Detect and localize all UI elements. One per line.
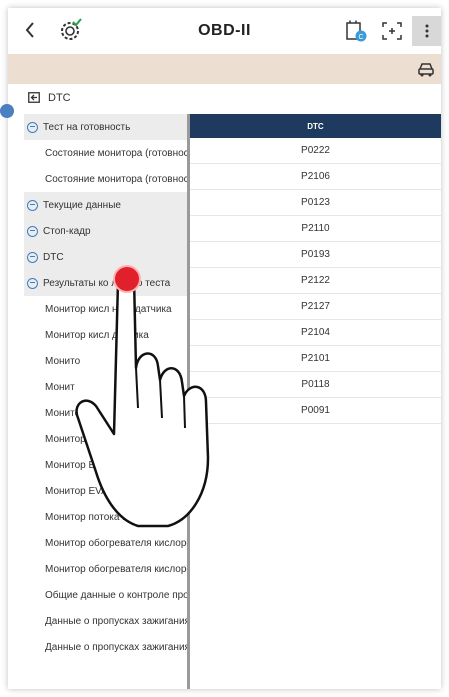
tree-item[interactable]: Монитор E bbox=[24, 426, 187, 452]
collapse-minus-icon[interactable] bbox=[27, 277, 38, 289]
dtc-code-row[interactable]: P2101 bbox=[190, 346, 441, 372]
dtc-code-row[interactable]: P2122 bbox=[190, 268, 441, 294]
tree-item[interactable]: Монитор EVAF bbox=[24, 452, 187, 478]
tree-item-label: Состояние монитора (готовност bbox=[45, 173, 187, 185]
document-cloud-icon[interactable]: C bbox=[344, 20, 368, 42]
dtc-code-row[interactable]: P2127 bbox=[190, 294, 441, 320]
tree-item-label: Монитор кисл датчика bbox=[45, 329, 149, 341]
svg-text:C: C bbox=[358, 34, 363, 41]
more-menu-button[interactable] bbox=[412, 16, 441, 46]
more-vertical-icon bbox=[425, 24, 428, 38]
page-title: OBD-II bbox=[198, 22, 251, 39]
title-bar: OBD-II C bbox=[8, 8, 441, 54]
tree-section[interactable]: Стоп-кадр bbox=[24, 218, 187, 244]
dtc-table: DTC P0222 P2106 P0123 P2110 P0193 P2122 P2127 P… bbox=[190, 114, 441, 424]
tree-section[interactable]: Тест на готовность bbox=[24, 114, 187, 140]
tree-item-label: Текущие данные bbox=[43, 199, 121, 211]
dtc-code-row[interactable]: P0222 bbox=[190, 138, 441, 164]
tree-item-label: Монитор кисл ного датчика bbox=[45, 303, 172, 315]
tree-item-label: Монито bbox=[45, 355, 81, 367]
tree-item-label: Монитор потока продувки bbox=[45, 511, 165, 523]
dtc-code-row[interactable]: P0123 bbox=[190, 190, 441, 216]
dtc-code-row[interactable]: P2106 bbox=[190, 164, 441, 190]
tree-item-label: Монито bbox=[45, 407, 81, 419]
car-icon[interactable] bbox=[417, 60, 437, 78]
dtc-code-row[interactable]: P0118 bbox=[190, 372, 441, 398]
tree-item[interactable]: Состояние монитора (готовност bbox=[24, 166, 187, 192]
tree-section[interactable]: Текущие данные bbox=[24, 192, 187, 218]
breadcrumb: DTC bbox=[8, 88, 441, 110]
tree-item[interactable]: Монитор кисл ного датчика bbox=[24, 296, 187, 322]
side-indicator-dot bbox=[0, 104, 14, 118]
tree-item[interactable]: Монитор обогревателя кислород bbox=[24, 556, 187, 582]
tree-item-label: Стоп-кадр bbox=[43, 225, 91, 237]
tree-item[interactable]: Данные о пропусках зажигания д bbox=[24, 608, 187, 634]
tree-item-label: Результаты ко льного теста bbox=[43, 277, 171, 289]
collapse-minus-icon[interactable] bbox=[27, 251, 38, 263]
collapse-panel-icon[interactable] bbox=[28, 92, 40, 103]
tree-item-label: Монитор обогревателя кислород bbox=[45, 563, 187, 575]
tree-item-label: Монит bbox=[45, 381, 75, 393]
tree-item-label: Монитор EVAF bbox=[45, 459, 114, 471]
collapse-minus-icon[interactable] bbox=[27, 199, 38, 211]
tree-item[interactable]: Монитор обогревателя кислоро bbox=[24, 530, 187, 556]
tree-item-label: DTC bbox=[43, 251, 64, 263]
tree-item[interactable]: Монито bbox=[24, 400, 187, 426]
tree-item-label: Тест на готовность bbox=[43, 121, 131, 133]
tree-item-label: Общие данные о контроле пропу bbox=[45, 589, 187, 601]
capture-icon[interactable] bbox=[380, 20, 404, 42]
tree-item-label: Данные о пропусках зажигания д bbox=[45, 615, 187, 627]
tree-item[interactable]: Состояние монитора (готовност bbox=[24, 140, 187, 166]
tree-section[interactable]: Результаты ко льного теста bbox=[24, 270, 187, 296]
tree-item-label: Монитор E bbox=[45, 433, 96, 445]
collapse-minus-icon[interactable] bbox=[27, 225, 38, 237]
tree-item-label: Состояние монитора (готовност bbox=[45, 147, 187, 159]
app-window: OBD-II C DTC Тест на готовность Состояни… bbox=[8, 8, 441, 689]
dtc-code-row[interactable]: P2104 bbox=[190, 320, 441, 346]
tree-item-label: Монитор обогревателя кислоро bbox=[45, 537, 187, 549]
tree-item[interactable]: Монитор кисл датчика bbox=[24, 322, 187, 348]
dtc-code-row[interactable]: P0193 bbox=[190, 242, 441, 268]
tree-item[interactable]: Монитор потока продувки bbox=[24, 504, 187, 530]
tree-item[interactable]: Общие данные о контроле пропу bbox=[24, 582, 187, 608]
tree-item[interactable]: Монитор EVAP - ( bbox=[24, 478, 187, 504]
breadcrumb-label: DTC bbox=[48, 92, 71, 104]
tree-item[interactable]: Монит bbox=[24, 374, 187, 400]
dtc-code-row[interactable]: P2110 bbox=[190, 216, 441, 242]
tree-item-label: Монитор EVAP - ( bbox=[45, 485, 127, 497]
tree-item[interactable]: Данные о пропусках зажигания д bbox=[24, 634, 187, 660]
dtc-table-header: DTC bbox=[190, 114, 441, 138]
collapse-minus-icon[interactable] bbox=[27, 121, 38, 133]
vehicle-info-bar bbox=[8, 54, 441, 84]
dtc-code-row[interactable]: P0091 bbox=[190, 398, 441, 424]
function-tree: Тест на готовность Состояние монитора (го… bbox=[24, 114, 187, 689]
tree-item-label: Данные о пропусках зажигания д bbox=[45, 641, 187, 653]
tree-item[interactable]: Монито bbox=[24, 348, 187, 374]
tree-section[interactable]: DTC bbox=[24, 244, 187, 270]
